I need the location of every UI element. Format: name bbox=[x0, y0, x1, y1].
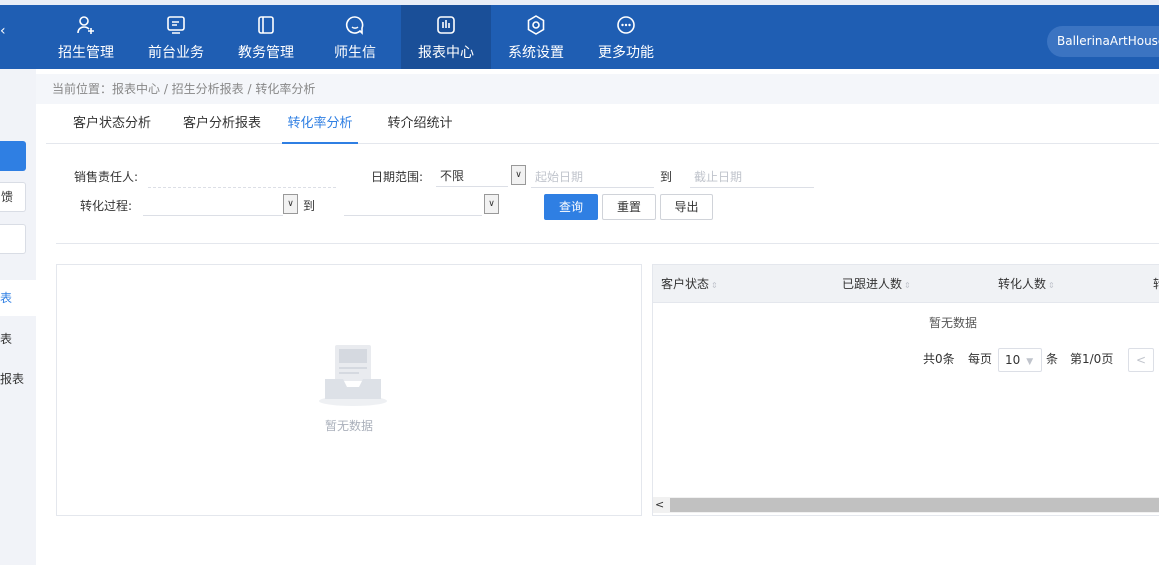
chevron-down-icon: ▼ bbox=[1026, 357, 1034, 367]
pager-total: 共0条 bbox=[923, 352, 955, 366]
top-nav-bar: ‹ 招生管理 前台业务 教务管理 师生信 报表中心 系统设置 更多功能 Ball… bbox=[0, 0, 1159, 69]
book-icon bbox=[221, 15, 311, 37]
conversion-process-label: 转化过程: bbox=[80, 199, 133, 213]
table-empty-text: 暂无数据 bbox=[928, 316, 977, 330]
sales-owner-label: 销售责任人: bbox=[74, 170, 139, 184]
column-header-more[interactable]: 转 bbox=[1153, 265, 1159, 303]
data-table: 客户状态⇕ 已跟进人数⇕ 转化人数⇕ 转 暂无数据 共0条 每页 10▼ 条 第… bbox=[652, 264, 1159, 516]
nav-item-messages[interactable]: 师生信 bbox=[310, 5, 400, 69]
to-label: 到 bbox=[660, 170, 673, 184]
process-to-select[interactable] bbox=[344, 194, 482, 216]
pager-unit: 条 bbox=[1046, 352, 1059, 366]
sort-icon: ⇕ bbox=[711, 281, 718, 290]
column-header-followed[interactable]: 已跟进人数 ⇕ bbox=[842, 265, 911, 303]
settings-icon bbox=[491, 15, 581, 37]
query-button[interactable]: 查询 bbox=[544, 194, 598, 220]
monitor-icon bbox=[131, 15, 221, 37]
start-date-input[interactable]: 起始日期 bbox=[531, 166, 654, 188]
empty-inbox-icon bbox=[319, 345, 387, 406]
sidebar-button[interactable] bbox=[0, 224, 26, 254]
chart-empty-text: 暂无数据 bbox=[324, 419, 373, 433]
tab-conversion-rate[interactable]: 转化率分析 bbox=[282, 104, 358, 144]
user-account-chip[interactable]: BallerinaArtHouse bbox=[1047, 26, 1159, 57]
date-range-select[interactable]: 不限 bbox=[436, 165, 508, 187]
end-date-input[interactable]: 截止日期 bbox=[690, 166, 814, 188]
table-header: 客户状态⇕ 已跟进人数⇕ 转化人数⇕ 转 bbox=[653, 265, 1159, 303]
nav-label: 报表中心 bbox=[418, 45, 474, 61]
more-icon bbox=[581, 15, 671, 37]
tab-referral-stats[interactable]: 转介绍统计 bbox=[382, 104, 458, 144]
sidebar-item-report[interactable]: 表 bbox=[0, 321, 36, 357]
nav-label: 系统设置 bbox=[508, 45, 564, 61]
chevron-down-icon[interactable]: ∨ bbox=[484, 194, 499, 214]
left-sidebar: 馈 表 表 报表 bbox=[0, 69, 36, 565]
nav-label: 前台业务 bbox=[148, 45, 204, 61]
to-label: 到 bbox=[303, 199, 316, 213]
process-from-select[interactable] bbox=[143, 194, 283, 216]
chevron-down-icon[interactable]: ∨ bbox=[283, 194, 298, 214]
tab-customer-status[interactable]: 客户状态分析 bbox=[56, 104, 168, 144]
scrollbar-thumb[interactable] bbox=[670, 498, 1159, 512]
nav-item-more[interactable]: 更多功能 bbox=[581, 5, 671, 69]
export-button[interactable]: 导出 bbox=[660, 194, 713, 220]
nav-item-front-desk[interactable]: 前台业务 bbox=[131, 5, 221, 69]
scroll-left-icon[interactable]: < bbox=[655, 497, 664, 513]
sales-owner-input[interactable] bbox=[148, 166, 336, 188]
pager-per-page-label: 每页 bbox=[968, 352, 993, 366]
sidebar-item-report-2[interactable]: 报表 bbox=[0, 361, 36, 397]
column-header-status[interactable]: 客户状态 ⇕ bbox=[661, 265, 718, 303]
prev-page-button[interactable]: < bbox=[1128, 348, 1154, 372]
column-header-converted[interactable]: 转化人数 ⇕ bbox=[998, 265, 1055, 303]
date-range-label: 日期范围: bbox=[371, 170, 424, 184]
chevron-down-icon[interactable]: ∨ bbox=[511, 165, 526, 185]
page-size-select[interactable]: 10 ▼ bbox=[998, 348, 1042, 372]
nav-label: 教务管理 bbox=[238, 45, 294, 61]
sidebar-primary-button[interactable] bbox=[0, 141, 26, 171]
user-plus-icon bbox=[41, 15, 131, 37]
chart-panel: 暂无数据 bbox=[56, 264, 642, 516]
nav-label: 师生信 bbox=[334, 45, 376, 61]
pager-page-info: 第1/0页 bbox=[1070, 352, 1114, 366]
divider bbox=[56, 243, 1159, 244]
breadcrumb: 当前位置：报表中心 / 招生分析报表 / 转化率分析 bbox=[36, 74, 1159, 104]
nav-item-settings[interactable]: 系统设置 bbox=[491, 5, 581, 69]
tab-customer-report[interactable]: 客户分析报表 bbox=[166, 104, 278, 144]
report-icon bbox=[401, 15, 491, 37]
sort-icon: ⇕ bbox=[904, 281, 911, 290]
nav-item-admissions[interactable]: 招生管理 bbox=[41, 5, 131, 69]
nav-item-reports[interactable]: 报表中心 bbox=[401, 5, 491, 69]
reset-button[interactable]: 重置 bbox=[602, 194, 656, 220]
nav-label: 更多功能 bbox=[598, 45, 654, 61]
nav-label: 招生管理 bbox=[58, 45, 114, 61]
sidebar-item-conversion[interactable]: 表 bbox=[0, 280, 36, 316]
report-tabs: 客户状态分析 客户分析报表 转化率分析 转介绍统计 bbox=[46, 104, 1159, 144]
chat-icon bbox=[310, 15, 400, 37]
collapse-arrow-icon[interactable]: ‹ bbox=[0, 23, 6, 39]
nav-item-academic[interactable]: 教务管理 bbox=[221, 5, 311, 69]
horizontal-scrollbar[interactable]: < bbox=[653, 497, 1159, 513]
sort-icon: ⇕ bbox=[1048, 281, 1055, 290]
sidebar-feedback-button[interactable]: 馈 bbox=[0, 182, 26, 212]
